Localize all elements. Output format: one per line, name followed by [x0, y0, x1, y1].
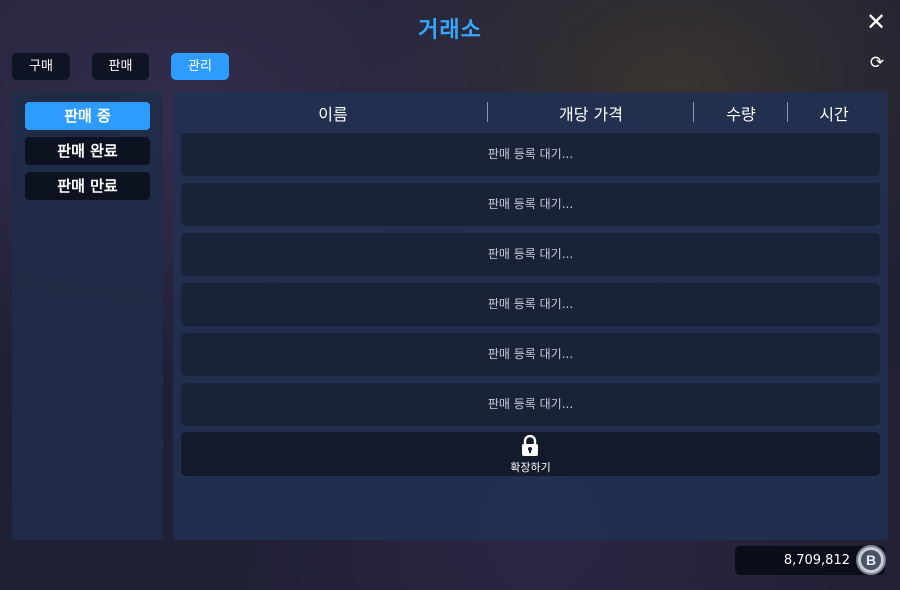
header-unit-price: 개당 가격 — [559, 105, 623, 124]
side-item-expired[interactable]: 판매 만료 — [25, 172, 150, 200]
expand-slots-button[interactable]: 확장하기 — [181, 432, 880, 476]
table-row[interactable]: 판매 등록 대기... — [181, 183, 880, 226]
side-menu: 판매 중 판매 완료 판매 만료 — [12, 92, 163, 540]
expand-label: 확장하기 — [510, 461, 551, 474]
side-item-sold[interactable]: 판매 완료 — [25, 137, 150, 165]
window-title: 거래소 — [418, 18, 482, 43]
tab-buy[interactable]: 구매 — [12, 53, 70, 80]
header-quantity: 수량 — [726, 105, 756, 124]
currency-display: 8,709,812 B — [735, 545, 886, 575]
close-button[interactable]: ✕ — [864, 10, 888, 34]
header-divider — [787, 102, 788, 122]
table-row[interactable]: 판매 등록 대기... — [181, 133, 880, 176]
listing-panel: 이름 개당 가격 수량 시간 판매 등록 대기... 판매 등록 대기... 판… — [173, 92, 888, 540]
tab-manage[interactable]: 관리 — [171, 53, 229, 80]
table-row[interactable]: 판매 등록 대기... — [181, 383, 880, 426]
table-row[interactable]: 판매 등록 대기... — [181, 233, 880, 276]
tab-sell[interactable]: 판매 — [92, 53, 149, 80]
lock-icon — [522, 435, 538, 456]
header-divider — [693, 102, 694, 122]
coin-letter: B — [866, 552, 876, 568]
header-divider — [487, 102, 488, 122]
refresh-icon: ⟳ — [869, 53, 885, 73]
header-name: 이름 — [318, 105, 348, 124]
coin-icon: B — [856, 545, 886, 575]
side-item-selling[interactable]: 판매 중 — [25, 102, 150, 130]
currency-amount: 8,709,812 — [783, 553, 850, 568]
header-time: 시간 — [819, 105, 849, 124]
close-icon: ✕ — [865, 8, 887, 36]
table-row[interactable]: 판매 등록 대기... — [181, 333, 880, 376]
table-row[interactable]: 판매 등록 대기... — [181, 283, 880, 326]
table-header: 이름 개당 가격 수량 시간 — [173, 92, 888, 130]
refresh-button[interactable]: ⟳ — [868, 54, 886, 72]
